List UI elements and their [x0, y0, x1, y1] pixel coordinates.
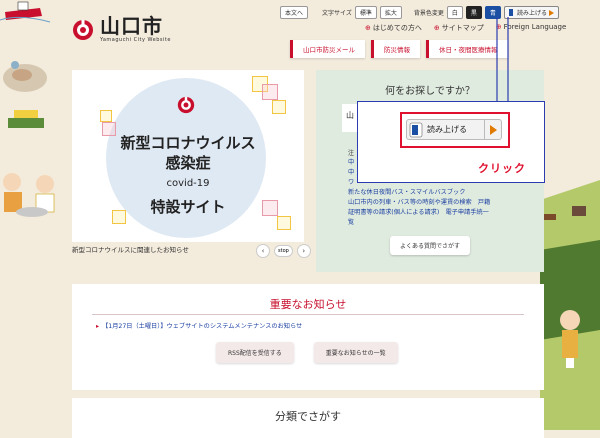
list-item[interactable]: 山口市内の列車・バス等の時刻や運賃の検索 戸籍 — [348, 198, 538, 208]
banner-line-4: 特設サイト — [150, 198, 226, 216]
tab-holiday-medical[interactable]: 休日・夜間医療情報 — [426, 40, 508, 58]
tab-disaster-mail[interactable]: 山口市防災メール — [290, 40, 365, 58]
font-size-label: 文字サイズ — [322, 10, 352, 17]
section-title: 分類でさがす — [275, 410, 341, 423]
logo-subtitle: Yamaguchi City Website — [100, 37, 171, 43]
covid-banner[interactable]: 新型コロナウイルス 感染症 covid-19 特設サイト — [72, 70, 304, 242]
logo-text-group: 山口市 Yamaguchi City Website — [100, 16, 171, 43]
city-emblem-icon — [177, 96, 195, 114]
left-illustration — [0, 1, 55, 217]
search-input-text: 山 — [346, 111, 354, 120]
skip-to-content-link[interactable]: 本文へ — [280, 6, 309, 19]
sitemap-link[interactable]: ⊕ サイトマップ — [434, 23, 484, 33]
logo-title: 山口市 — [100, 14, 163, 38]
decor-square — [272, 100, 286, 114]
speaker-icon — [508, 9, 513, 16]
search-title: 何をお探しですか？ — [385, 86, 475, 97]
decor-square — [277, 216, 291, 230]
bullet-icon: ▸ — [96, 323, 100, 330]
first-time-link[interactable]: ⊕ はじめての方へ — [365, 23, 422, 33]
emergency-tabs: 山口市防災メール 防災情報 休日・夜間医療情報 — [290, 40, 508, 58]
stop-button[interactable]: stop — [274, 245, 293, 257]
play-icon — [489, 124, 497, 135]
speaker-icon — [409, 122, 423, 137]
banner-line-2: 感染症 — [165, 154, 211, 172]
list-item[interactable]: 覧 — [348, 218, 538, 228]
play-button[interactable] — [484, 120, 501, 139]
faq-button[interactable]: よくある質問でさがす — [390, 236, 471, 255]
decor-square — [100, 110, 112, 122]
list-item[interactable]: 新たな休日夜間バス・スマイルバスブック — [348, 188, 538, 198]
bg-black-button[interactable]: 黒 — [465, 6, 482, 19]
font-large-button[interactable]: 拡大 — [379, 6, 402, 19]
read-aloud-button-large[interactable]: 読み上げる — [406, 119, 502, 140]
site-logo[interactable]: 山口市 Yamaguchi City Website — [72, 16, 171, 43]
divider — [92, 314, 524, 315]
prev-button[interactable]: ‹ — [256, 244, 270, 258]
banner-caption[interactable]: 新型コロナウイルスに関連したお知らせ — [72, 244, 189, 254]
section-title: 重要なお知らせ — [269, 298, 347, 311]
play-icon — [548, 9, 554, 16]
font-standard-button[interactable]: 標準 — [354, 6, 377, 19]
notice-buttons: RSS配信を受信する 重要なお知らせの一覧 — [216, 342, 398, 363]
next-button[interactable]: › — [296, 244, 311, 258]
category-section: 分類でさがす — [72, 398, 544, 438]
list-item[interactable]: 証明書等の請求(個人による請求) 電子申請手続一 — [348, 208, 538, 218]
foreign-language-link[interactable]: ⊕ Foreign Language — [496, 23, 567, 33]
notice-list-button[interactable]: 重要なお知らせの一覧 — [313, 342, 398, 363]
header-links: ⊕ はじめての方へ ⊕ サイトマップ ⊕ Foreign Language — [365, 23, 566, 33]
banner-line-3: covid-19 — [166, 178, 210, 189]
arrow-icon: ⊕ — [365, 24, 371, 32]
tab-disaster-info[interactable]: 防災情報 — [371, 40, 420, 58]
right-illustration — [540, 180, 600, 430]
bg-color-label: 背景色変更 — [413, 10, 444, 17]
rss-button[interactable]: RSS配信を受信する — [216, 342, 294, 363]
highlight-frame: 読み上げる — [400, 112, 510, 148]
bg-white-button[interactable]: 白 — [446, 6, 463, 19]
arrow-icon: ⊕ — [495, 23, 502, 31]
utility-bar: 本文へ 文字サイズ 標準 拡大 背景色変更 白 黒 青 読み上げる — [280, 6, 559, 19]
banner-line-1: 新型コロナウイルス — [120, 134, 256, 152]
read-aloud-callout: 読み上げる クリック — [357, 101, 545, 183]
arrow-icon: ⊕ — [433, 24, 440, 32]
read-aloud-label: 読み上げる — [427, 125, 467, 134]
notice-item[interactable]: ▸ 【1月27日（土曜日）】ウェブサイトのシステムメンテナンスのお知らせ — [96, 321, 302, 330]
city-emblem-icon — [73, 19, 93, 40]
decor-square — [262, 84, 278, 100]
notice-label: 注 — [348, 150, 355, 157]
bg-blue-button[interactable]: 青 — [484, 6, 501, 19]
click-instruction: クリック — [478, 162, 526, 175]
important-notices: 重要なお知らせ ▸ 【1月27日（土曜日）】ウェブサイトのシステムメンテナンスのお… — [72, 284, 544, 390]
banner-pager: ‹ stop › — [256, 244, 311, 258]
read-aloud-label: 読み上げる — [516, 10, 547, 17]
read-aloud-button[interactable]: 読み上げる — [503, 6, 559, 19]
